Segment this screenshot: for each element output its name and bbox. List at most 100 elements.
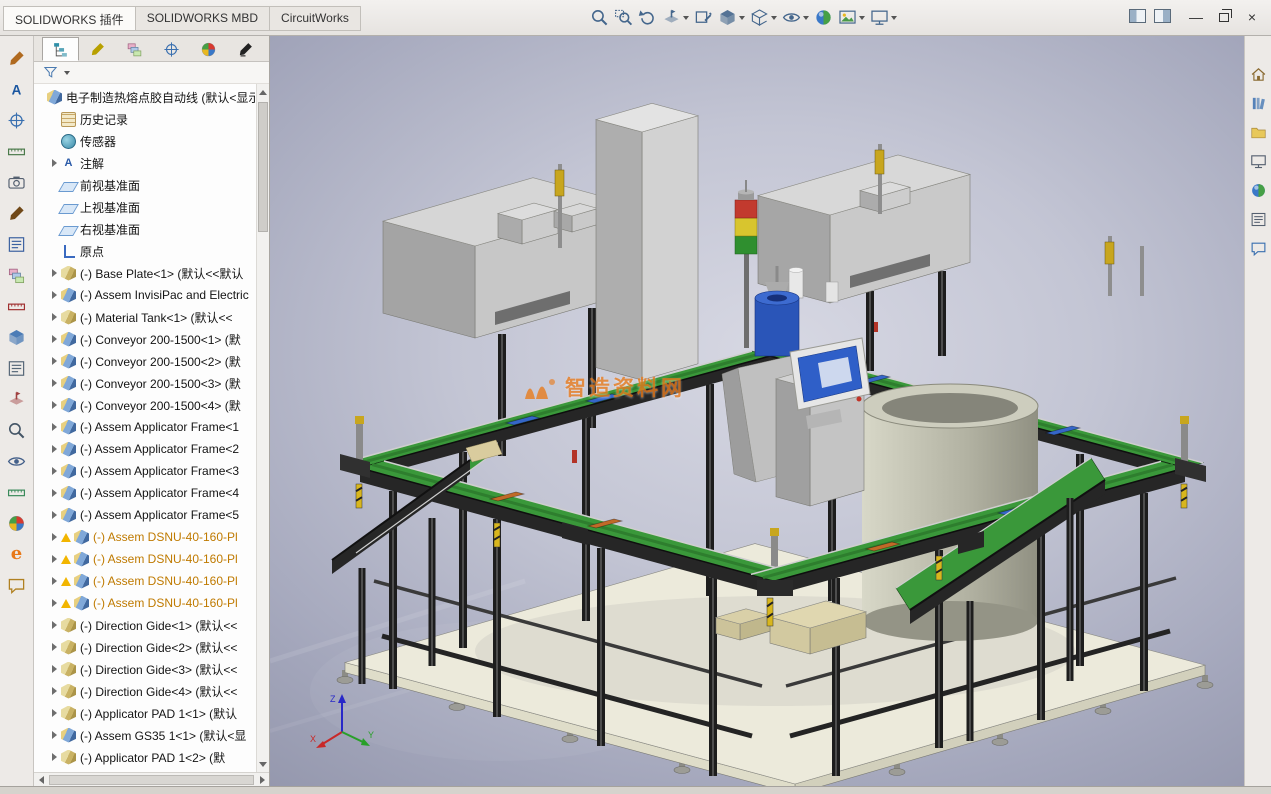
filter-icon[interactable] xyxy=(43,65,58,80)
section-view-icon[interactable] xyxy=(660,5,691,30)
tree-item[interactable]: (-) Direction Gide<1> (默认<< xyxy=(34,614,255,636)
tree-item[interactable]: (-) Direction Gide<4> (默认<< xyxy=(34,680,255,702)
expand-arrow-icon[interactable] xyxy=(48,335,61,343)
panel-toggle-right-icon[interactable] xyxy=(1154,9,1171,23)
tree-item[interactable]: (-) Assem InvisiPac and Electric xyxy=(34,284,255,306)
propertymanager-tab[interactable] xyxy=(79,37,116,61)
expand-arrow-icon[interactable] xyxy=(48,511,61,519)
tree-item[interactable]: (-) Conveyor 200-1500<2> (默 xyxy=(34,350,255,372)
note-icon[interactable] xyxy=(5,77,29,101)
minimize-button[interactable]: — xyxy=(1182,5,1210,29)
custom-properties-icon[interactable] xyxy=(1248,209,1269,230)
expand-arrow-icon[interactable] xyxy=(48,753,61,761)
format-painter-icon[interactable] xyxy=(5,46,29,70)
commandmanager-tab[interactable]: CircuitWorks xyxy=(269,6,361,31)
expand-arrow-icon[interactable] xyxy=(48,489,61,497)
expand-arrow-icon[interactable] xyxy=(48,357,61,365)
view-orientation-icon[interactable] xyxy=(716,5,747,30)
datum-feature-icon[interactable] xyxy=(5,232,29,256)
tree-item[interactable]: (-) Assem Applicator Frame<3 xyxy=(34,460,255,482)
file-explorer-icon[interactable] xyxy=(1248,122,1269,143)
chevron-down-icon[interactable] xyxy=(891,16,897,20)
tree-item[interactable]: 前视基准面 xyxy=(34,174,255,196)
tree-item[interactable]: 原点 xyxy=(34,240,255,262)
view-palette-icon[interactable] xyxy=(1248,151,1269,172)
tree-item[interactable]: (-) Assem DSNU-40-160-Pl xyxy=(34,592,255,614)
expand-arrow-icon[interactable] xyxy=(48,291,61,299)
tree-item[interactable]: (-) Assem DSNU-40-160-Pl xyxy=(34,548,255,570)
expand-arrow-icon[interactable] xyxy=(48,313,61,321)
tree-item[interactable]: (-) Assem DSNU-40-160-Pl xyxy=(34,570,255,592)
tree-item[interactable]: 右视基准面 xyxy=(34,218,255,240)
expand-arrow-icon[interactable] xyxy=(48,423,61,431)
chevron-down-icon[interactable] xyxy=(771,16,777,20)
edit-appearance-icon[interactable] xyxy=(812,5,835,30)
tree-horizontal-scrollbar[interactable] xyxy=(34,772,269,786)
cam-tab[interactable] xyxy=(227,37,264,61)
hide-show-icon[interactable] xyxy=(5,449,29,473)
tree-root-item[interactable]: 电子制造热熔点胶自动线 (默认<显示 xyxy=(34,86,255,108)
tree-item[interactable]: (-) Direction Gide<3> (默认<< xyxy=(34,658,255,680)
measure-icon[interactable] xyxy=(5,480,29,504)
scroll-up-icon[interactable] xyxy=(257,85,269,99)
chevron-down-icon[interactable] xyxy=(64,71,70,75)
scrollbar-thumb[interactable] xyxy=(258,102,268,232)
tree-item[interactable]: A注解 xyxy=(34,152,255,174)
expand-arrow-icon[interactable] xyxy=(48,533,61,541)
expand-arrow-icon[interactable] xyxy=(48,269,61,277)
chevron-down-icon[interactable] xyxy=(683,16,689,20)
configurationmanager-tab[interactable] xyxy=(116,37,153,61)
tree-item[interactable]: (-) Assem Applicator Frame<1 xyxy=(34,416,255,438)
smart-dimension-icon[interactable] xyxy=(5,294,29,318)
panel-toggle-left-icon[interactable] xyxy=(1129,9,1146,23)
expand-arrow-icon[interactable] xyxy=(48,643,61,651)
scroll-left-icon[interactable] xyxy=(34,776,48,784)
display-style-icon[interactable] xyxy=(748,5,779,30)
mass-properties-icon[interactable] xyxy=(5,511,29,535)
tree-item[interactable]: (-) Assem Applicator Frame<4 xyxy=(34,482,255,504)
expand-arrow-icon[interactable] xyxy=(48,709,61,717)
expand-arrow-icon[interactable] xyxy=(48,401,61,409)
expand-arrow-icon[interactable] xyxy=(48,159,61,167)
design-table-icon[interactable] xyxy=(5,356,29,380)
chevron-down-icon[interactable] xyxy=(739,16,745,20)
surface-finish-icon[interactable] xyxy=(5,139,29,163)
tree-item[interactable]: (-) Base Plate<1> (默认<<默认 xyxy=(34,262,255,284)
scrollbar-thumb[interactable] xyxy=(49,775,254,785)
tree-item[interactable]: (-) Direction Gide<2> (默认<< xyxy=(34,636,255,658)
tree-item[interactable]: (-) Assem Applicator Frame<2 xyxy=(34,438,255,460)
expand-arrow-icon[interactable] xyxy=(48,731,61,739)
zoom-area-icon[interactable] xyxy=(612,5,635,30)
zoom-fit-icon[interactable] xyxy=(588,5,611,30)
displaymanager-tab[interactable] xyxy=(190,37,227,61)
comment-icon[interactable] xyxy=(5,573,29,597)
edrawings-icon[interactable]: e xyxy=(5,542,29,566)
tree-item[interactable]: (-) Assem GS35 1<1> (默认<显 xyxy=(34,724,255,746)
appearances-icon[interactable] xyxy=(1248,180,1269,201)
close-button[interactable]: × xyxy=(1238,5,1266,29)
commandmanager-tab[interactable]: SOLIDWORKS MBD xyxy=(135,6,270,31)
tree-item[interactable]: (-) Assem DSNU-40-160-Pl xyxy=(34,526,255,548)
featuremanager-tab[interactable] xyxy=(42,37,79,61)
section-line-icon[interactable] xyxy=(5,387,29,411)
graphics-area[interactable]: 智造资料网 Z X Y xyxy=(270,36,1244,786)
expand-arrow-icon[interactable] xyxy=(48,445,61,453)
tree-item[interactable]: (-) Conveyor 200-1500<4> (默 xyxy=(34,394,255,416)
expand-arrow-icon[interactable] xyxy=(48,379,61,387)
tree-item[interactable]: (-) Conveyor 200-1500<3> (默 xyxy=(34,372,255,394)
hide-show-items-icon[interactable] xyxy=(780,5,811,30)
scroll-down-icon[interactable] xyxy=(257,757,269,771)
tree-vertical-scrollbar[interactable] xyxy=(256,84,269,772)
tree-item[interactable]: 传感器 xyxy=(34,130,255,152)
snapshot-camera-icon[interactable] xyxy=(5,170,29,194)
tree-item[interactable]: (-) Applicator PAD 1<1> (默认 xyxy=(34,702,255,724)
apply-scene-icon[interactable] xyxy=(836,5,867,30)
tree-item[interactable]: (-) Material Tank<1> (默认<< xyxy=(34,306,255,328)
commandmanager-tab[interactable]: SOLIDWORKS 插件 xyxy=(3,6,136,31)
previous-view-icon[interactable] xyxy=(636,5,659,30)
view-settings-icon[interactable] xyxy=(868,5,899,30)
design-library-icon[interactable] xyxy=(1248,93,1269,114)
geometric-tolerance-icon[interactable] xyxy=(5,263,29,287)
magnifying-glass-icon[interactable] xyxy=(5,418,29,442)
expand-arrow-icon[interactable] xyxy=(48,621,61,629)
